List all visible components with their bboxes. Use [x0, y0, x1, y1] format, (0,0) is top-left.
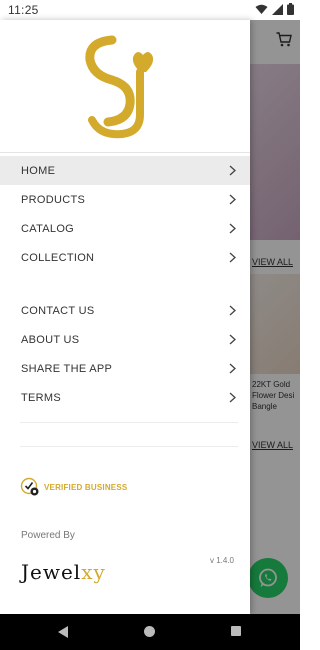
menu-item-terms[interactable]: TERMS [0, 383, 250, 412]
menu-item-share-the-app[interactable]: SHARE THE APP [0, 354, 250, 383]
verified-business-badge: VERIFIED BUSINESS [20, 477, 127, 497]
wifi-icon [255, 4, 268, 14]
menu-item-catalog[interactable]: CATALOG [0, 214, 250, 243]
back-icon[interactable] [58, 626, 68, 638]
brand-logo [60, 20, 190, 145]
chevron-right-icon [229, 252, 236, 263]
verified-label: VERIFIED BUSINESS [44, 482, 128, 492]
chevron-right-icon [229, 305, 236, 316]
signal-icon [272, 3, 283, 15]
status-time: 11:25 [8, 3, 39, 17]
navigation-drawer: HOME PRODUCTS CATALOG COLLECTION CONTACT… [0, 20, 250, 614]
menu-item-collection[interactable]: COLLECTION [0, 243, 250, 272]
menu-item-label: TERMS [21, 391, 61, 404]
chevron-right-icon [229, 165, 236, 176]
menu-item-label: COLLECTION [21, 251, 95, 264]
app-version: v 1.4.0 [209, 556, 234, 565]
home-icon[interactable] [144, 626, 155, 637]
menu-item-products[interactable]: PRODUCTS [0, 185, 250, 214]
menu-item-label: CATALOG [21, 222, 75, 235]
status-icons [255, 3, 294, 15]
chevron-right-icon [229, 334, 236, 345]
status-bar: 11:25 [0, 0, 300, 20]
jewelxy-logo-main: Jewel [21, 560, 82, 584]
menu-item-label: HOME [21, 164, 56, 177]
menu-item-about-us[interactable]: ABOUT US [0, 325, 250, 354]
menu-item-label: ABOUT US [21, 333, 80, 346]
drawer-menu: HOME PRODUCTS CATALOG COLLECTION CONTACT… [0, 156, 250, 412]
powered-by-label: Powered By [21, 530, 75, 541]
menu-item-contact-us[interactable]: CONTACT US [0, 296, 250, 325]
menu-item-label: CONTACT US [21, 304, 95, 317]
verified-check-icon [20, 477, 39, 496]
divider [20, 422, 238, 423]
jewelxy-logo-accent: xy [81, 560, 106, 584]
jewelxy-logo[interactable]: Jewelxy [21, 560, 106, 584]
divider [20, 446, 238, 447]
chevron-right-icon [229, 194, 236, 205]
chevron-right-icon [229, 223, 236, 234]
chevron-right-icon [229, 363, 236, 374]
menu-item-home[interactable]: HOME [0, 156, 250, 185]
divider [0, 152, 250, 153]
menu-item-label: PRODUCTS [21, 193, 86, 206]
drawer-header [0, 20, 250, 150]
menu-item-label: SHARE THE APP [21, 362, 113, 375]
battery-icon [287, 3, 294, 15]
chevron-right-icon [229, 392, 236, 403]
recents-icon[interactable] [231, 626, 241, 636]
system-nav-bar [0, 614, 300, 650]
